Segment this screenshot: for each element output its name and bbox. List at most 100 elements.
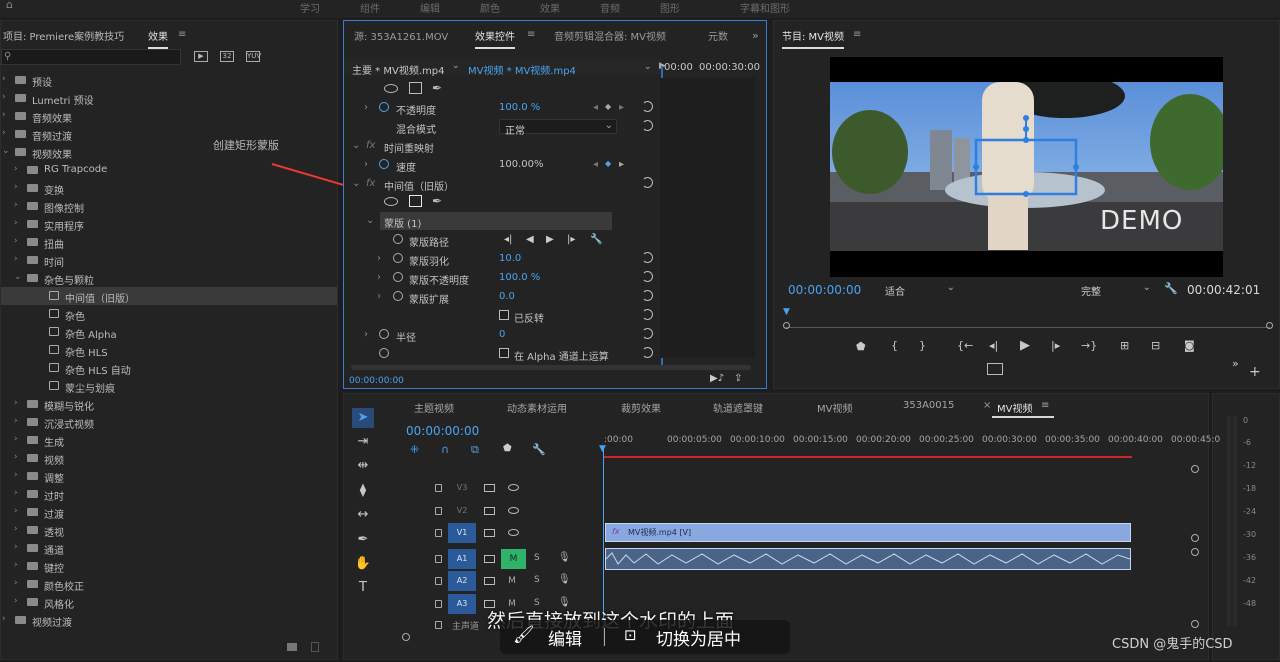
chevron-right-icon[interactable]: › [364,329,368,340]
ripple-edit-tool-icon[interactable]: ⇹ [352,456,374,476]
mark-out-icon[interactable]: } [919,339,926,352]
microphone-icon[interactable]: 🎙 [558,574,571,585]
chevron-right-icon[interactable]: › [14,596,18,606]
nest-icon[interactable]: ⁜ [410,443,419,456]
chevron-right-icon[interactable]: › [14,578,18,588]
reset-icon[interactable] [642,309,653,320]
reset-icon[interactable] [642,347,653,358]
panel-menu-icon[interactable]: ≡ [1041,400,1049,411]
chevron-down-icon[interactable]: ⌄ [2,146,10,156]
chevron-down-icon[interactable]: ⌄ [366,215,374,226]
snap-icon[interactable]: ∩ [441,443,449,456]
video-clip[interactable]: fx MV视频.mp4 [V] [605,523,1131,542]
effects-folder[interactable]: › 预设 [1,71,337,89]
lock-icon[interactable] [435,577,442,585]
microphone-icon[interactable]: 🎙 [558,552,571,563]
effects-folder[interactable]: › 模糊与锐化 [1,395,337,413]
brush-icon[interactable]: 🖌 [513,625,535,645]
chevron-right-icon[interactable]: › [14,506,18,516]
chevron-right-icon[interactable]: › [2,92,6,102]
effects-folder[interactable]: › 调整 [1,467,337,485]
effects-folder[interactable]: › 音频过渡 [1,125,337,143]
lift-icon[interactable]: ⊞ [1120,339,1129,352]
toggle-sync-icon[interactable] [484,529,495,537]
track-target-toggle[interactable]: A1 [448,549,476,569]
workspace-tab[interactable]: 字幕和图形 [740,0,790,15]
effects-folder[interactable]: › 时间 [1,251,337,269]
reset-icon[interactable] [642,177,653,188]
toggle-sync-icon[interactable] [484,484,495,492]
sync-lock-icon[interactable] [484,577,495,585]
go-to-out-icon[interactable]: →} [1081,339,1097,352]
clip-label[interactable]: MV视频 * MV视频.mp4 [468,62,576,77]
panel-menu-icon[interactable]: ≡ [178,29,186,40]
playhead-marker[interactable]: ▼ [599,444,606,454]
chevron-right-icon[interactable]: › [14,524,18,534]
lock-icon[interactable] [435,621,442,629]
sequence-tab[interactable]: 轨道遮罩键 [713,400,763,415]
ec-footer-timecode[interactable]: 00:00:00:00 [349,376,404,386]
track-forward-one-icon[interactable]: |▸ [567,234,575,245]
prev-keyframe-icon[interactable]: ◂ [593,102,598,113]
vertical-zoom-handle[interactable] [1191,548,1199,556]
zoom-handle-left[interactable] [783,322,790,329]
track-target-toggle[interactable]: A3 [448,594,476,614]
chevron-right-icon[interactable]: › [2,110,6,120]
effect-item[interactable]: 中间值（旧版） [1,287,337,305]
workspace-tab[interactable]: 效果 [540,0,560,15]
chevron-right-icon[interactable]: › [364,102,368,113]
add-marker-icon[interactable]: ⬟ [503,443,512,454]
panel-menu-icon[interactable]: ≡ [853,29,861,40]
effects-folder[interactable]: › 扭曲 [1,233,337,251]
chevron-down-icon[interactable]: ⌄ [352,178,360,189]
home-icon[interactable]: ⌂ [6,0,13,11]
rectangle-mask-icon[interactable] [409,82,422,94]
mute-button[interactable]: M [505,571,519,591]
sync-lock-icon[interactable] [484,555,495,563]
pen-tool-icon[interactable]: ✒ [352,530,374,550]
sequence-tab[interactable]: 裁剪效果 [621,400,661,415]
workspace-tab[interactable]: 音频 [600,0,620,15]
slip-tool-icon[interactable]: ↔ [352,505,374,525]
reset-icon[interactable] [642,252,653,263]
effects-folder[interactable]: › 视频过渡 [1,611,337,629]
effects-folder[interactable]: › 视频 [1,449,337,467]
master-clip-label[interactable]: 主要 * MV视频.mp4 [352,62,444,77]
opacity-value[interactable]: 100.0 % [499,102,540,113]
timeline-timecode[interactable]: 00:00:00:00 [406,424,479,438]
effects-folder[interactable]: › 实用程序 [1,215,337,233]
sequence-tab[interactable]: MV视频 [817,400,852,415]
accelerated-effects-icon[interactable]: ▶ [194,51,208,62]
chevron-right-icon[interactable]: › [377,272,381,283]
stopwatch-icon[interactable] [393,272,403,282]
eye-icon[interactable] [508,529,519,536]
alpha-channel-checkbox[interactable] [499,348,509,358]
eye-icon[interactable] [508,507,519,514]
chevron-right-icon[interactable]: › [364,159,368,170]
chevron-right-icon[interactable]: › [14,236,18,246]
effects-folder[interactable]: › Lumetri 预设 [1,89,337,107]
sequence-tab[interactable]: 353A0015 [903,400,954,411]
more-tabs-icon[interactable]: » [752,29,759,42]
effects-folder[interactable]: › 键控 [1,557,337,575]
track-target-toggle[interactable]: V3 [448,478,476,498]
chevron-right-icon[interactable]: › [14,200,18,210]
chevron-right-icon[interactable]: › [14,560,18,570]
selection-tool-icon[interactable]: ➤ [352,408,374,428]
sequence-tab[interactable]: 动态素材运用 [507,400,567,415]
chevron-right-icon[interactable]: › [14,416,18,426]
fit-select[interactable]: 适合 ⌄ [880,282,958,298]
razor-tool-icon[interactable]: ⧫ [352,481,374,501]
chevron-right-icon[interactable]: › [14,398,18,408]
tab-source[interactable]: 源: 353A1261.MOV [354,28,448,43]
step-forward-icon[interactable]: |▸ [1051,339,1060,352]
step-back-icon[interactable]: ◂| [989,339,998,352]
effects-folder[interactable]: › 通道 [1,539,337,557]
chevron-right-icon[interactable]: › [2,74,6,84]
wrench-icon[interactable]: 🔧 [590,234,602,245]
effect-item[interactable]: 杂色 HLS [1,341,337,359]
solo-button[interactable]: S [534,553,540,563]
type-tool-icon[interactable]: T [352,578,374,598]
chevron-down-icon[interactable]: ⌄ [352,140,360,151]
wrench-icon[interactable]: 🔧 [532,443,546,456]
